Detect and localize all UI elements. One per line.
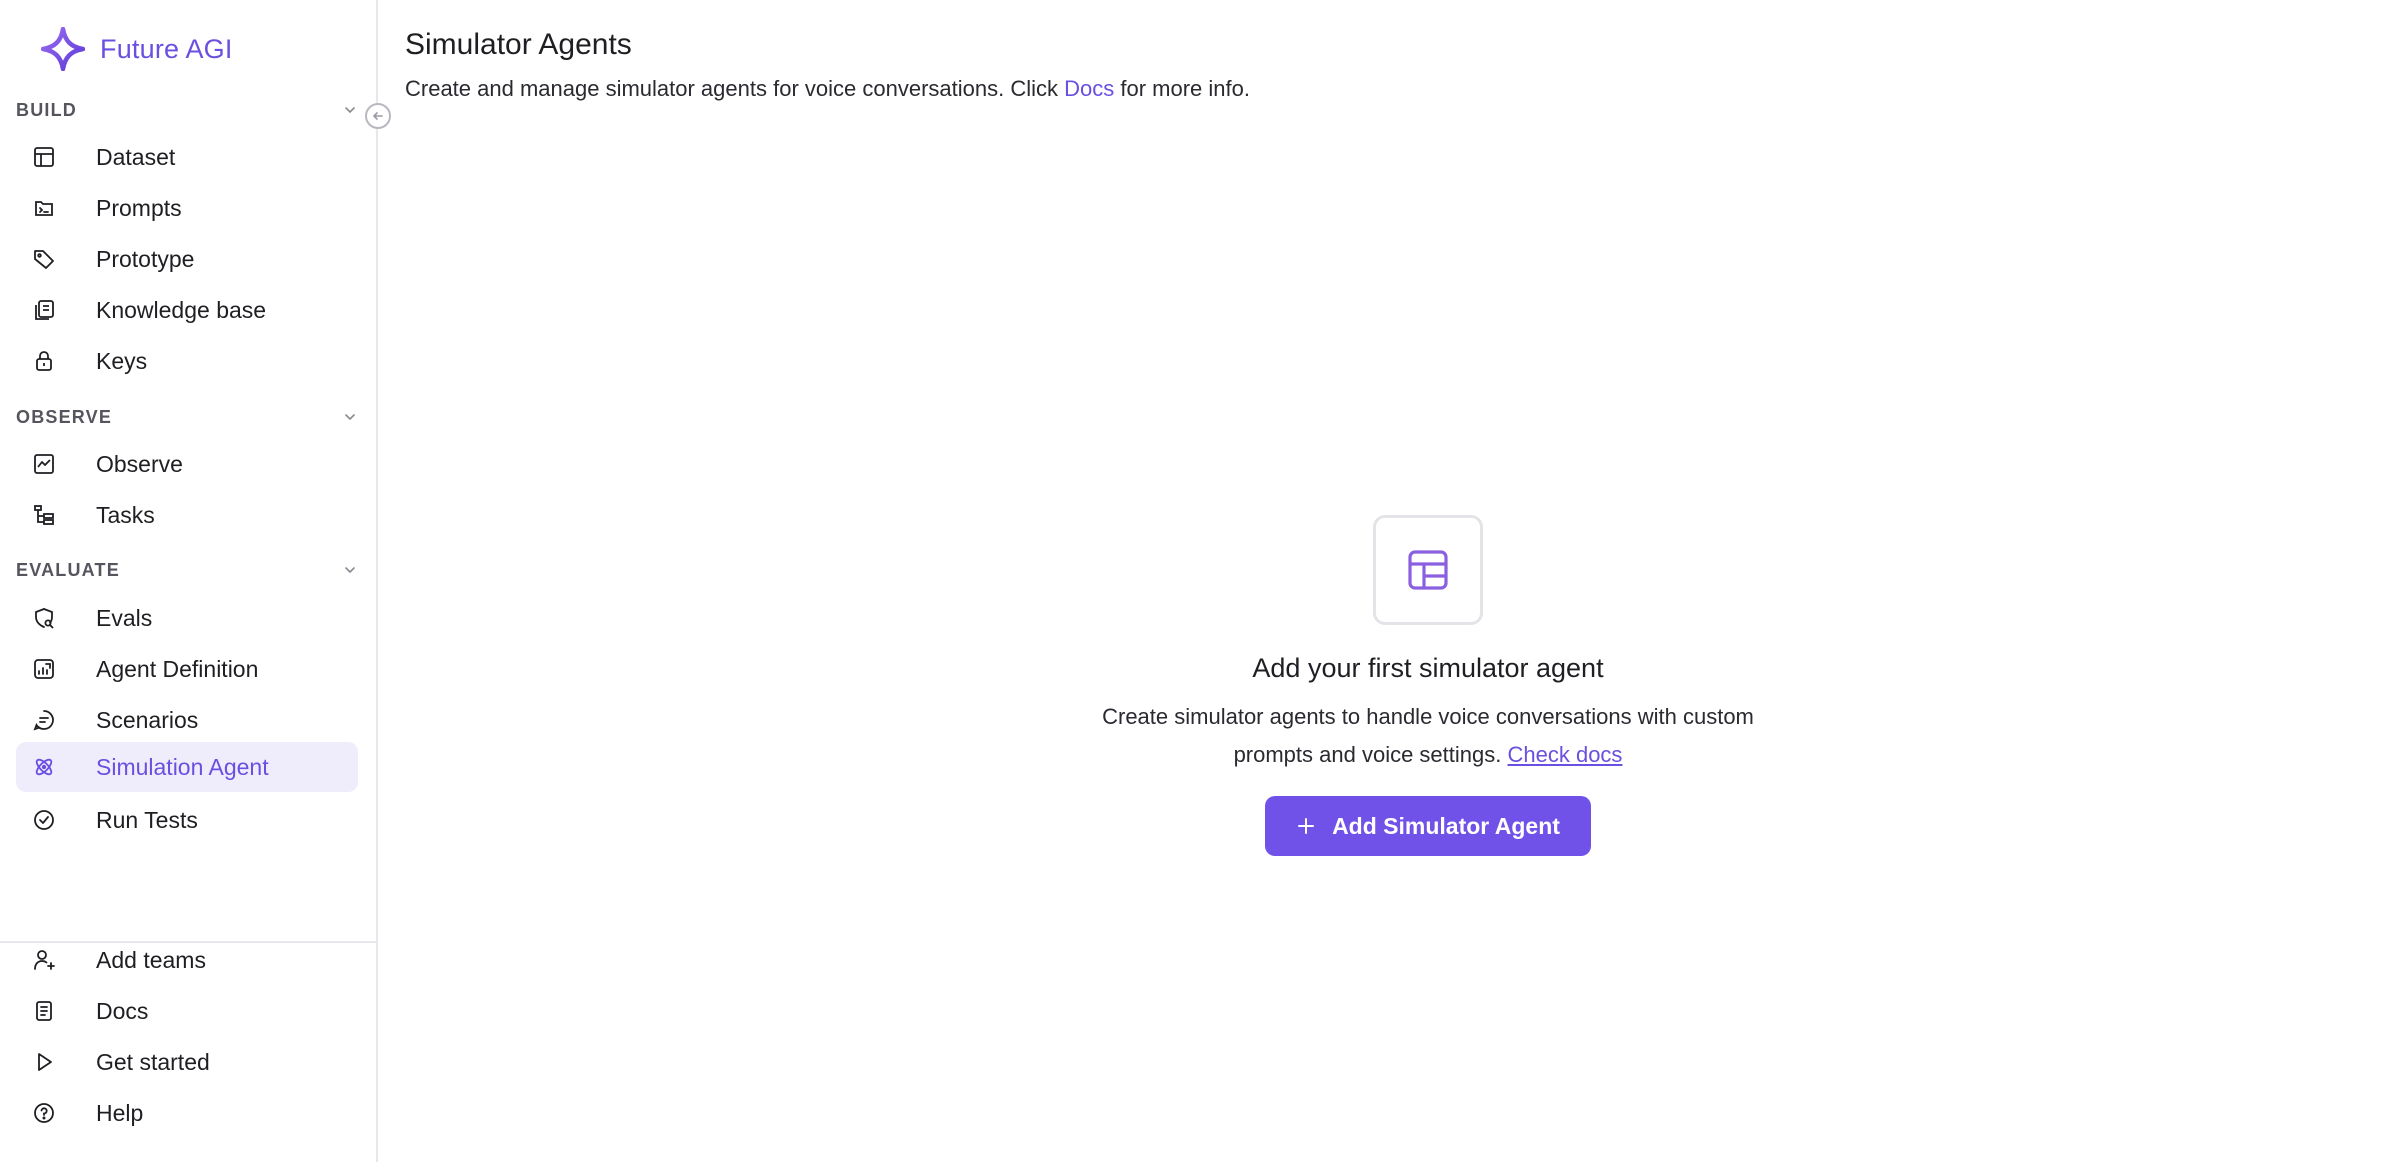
arrow-left-icon	[370, 108, 386, 124]
book-icon	[30, 296, 58, 324]
subtitle-text-end: for more info.	[1114, 76, 1250, 101]
brand[interactable]: Future AGI	[40, 26, 233, 72]
plus-icon	[1296, 816, 1316, 836]
sidebar-item-label: Scenarios	[96, 706, 199, 733]
sidebar-item-label: Get started	[96, 1048, 210, 1075]
tree-icon	[30, 501, 58, 529]
section-title: OBSERVE	[16, 406, 113, 427]
play-icon	[30, 1048, 58, 1076]
tag-icon	[30, 245, 58, 273]
add-simulator-agent-button[interactable]: Add Simulator Agent	[1265, 796, 1591, 856]
sidebar-item-label: Evals	[96, 604, 153, 631]
check-docs-link[interactable]: Check docs	[1507, 742, 1622, 767]
section-title: BUILD	[16, 99, 77, 120]
help-icon	[30, 1099, 58, 1127]
table-icon	[30, 143, 58, 171]
future-agi-logo-icon	[40, 26, 86, 72]
section-title: EVALUATE	[16, 559, 120, 580]
sidebar-item-prompts[interactable]: Prompts	[16, 183, 358, 233]
section-evaluate[interactable]: EVALUATE	[16, 555, 358, 585]
sidebar-item-prototype[interactable]: Prototype	[16, 234, 358, 284]
sidebar-item-tasks[interactable]: Tasks	[16, 490, 358, 540]
chevron-down-icon	[342, 562, 358, 578]
sidebar-item-add-teams[interactable]: Add teams	[16, 935, 358, 985]
sidebar-item-label: Dataset	[96, 143, 176, 170]
sidebar-item-label: Observe	[96, 450, 183, 477]
sidebar-item-label: Help	[96, 1099, 144, 1126]
sidebar-item-label: Keys	[96, 347, 148, 374]
sidebar-item-label: Prompts	[96, 194, 182, 221]
sidebar-item-knowledge-base[interactable]: Knowledge base	[16, 285, 358, 335]
chart-icon	[30, 450, 58, 478]
sidebar-item-evals[interactable]: Evals	[16, 593, 358, 643]
page-title: Simulator Agents	[405, 28, 632, 61]
section-observe[interactable]: OBSERVE	[16, 402, 358, 432]
sidebar-item-label: Docs	[96, 997, 149, 1024]
main-content: Simulator Agents Create and manage simul…	[380, 0, 2402, 1162]
empty-state-description: Create simulator agents to handle voice …	[1063, 698, 1793, 774]
subtitle-text: Create and manage simulator agents for v…	[405, 76, 1065, 101]
sidebar-item-docs[interactable]: Docs	[16, 986, 358, 1036]
docs-link[interactable]: Docs	[1064, 76, 1114, 101]
lock-icon	[30, 347, 58, 375]
chat-icon	[30, 706, 58, 734]
sidebar-item-label: Knowledge base	[96, 296, 267, 323]
prompt-icon	[30, 194, 58, 222]
sidebar-item-label: Add teams	[96, 946, 206, 973]
add-simulator-agent-label: Add Simulator Agent	[1332, 812, 1560, 839]
section-build[interactable]: BUILD	[16, 95, 358, 125]
agent-chart-icon	[30, 655, 58, 683]
empty-state: Add your first simulator agent Create si…	[1063, 515, 1793, 856]
collapse-sidebar-button[interactable]	[365, 103, 391, 129]
sidebar-item-label: Simulation Agent	[96, 753, 269, 780]
check-circle-icon	[30, 806, 58, 834]
document-icon	[30, 997, 58, 1025]
sidebar-item-simulation-agent[interactable]: Simulation Agent	[16, 742, 358, 792]
empty-desc-text: Create simulator agents to handle voice …	[1102, 704, 1754, 767]
sidebar-item-label: Agent Definition	[96, 655, 259, 682]
brand-name: Future AGI	[100, 33, 233, 64]
sidebar-item-scenarios[interactable]: Scenarios	[16, 695, 358, 745]
sidebar-item-agent-definition[interactable]: Agent Definition	[16, 644, 358, 694]
sidebar-item-run-tests[interactable]: Run Tests	[16, 795, 358, 845]
chevron-down-icon	[342, 409, 358, 425]
sidebar-item-observe[interactable]: Observe	[16, 439, 358, 489]
sidebar-item-help[interactable]: Help	[16, 1088, 358, 1138]
sidebar-item-label: Run Tests	[96, 806, 198, 833]
sidebar-item-label: Prototype	[96, 245, 195, 272]
shield-search-icon	[30, 604, 58, 632]
sidebar-item-get-started[interactable]: Get started	[16, 1037, 358, 1087]
sidebar-item-dataset[interactable]: Dataset	[16, 132, 358, 182]
user-plus-icon	[30, 946, 58, 974]
sidebar: Future AGI BUILD Dataset Prompts Prototy…	[0, 0, 378, 1162]
page-subtitle: Create and manage simulator agents for v…	[405, 76, 1250, 102]
table-layout-icon	[1404, 546, 1452, 594]
chevron-down-icon	[342, 102, 358, 118]
sidebar-item-keys[interactable]: Keys	[16, 336, 358, 386]
empty-state-title: Add your first simulator agent	[1252, 653, 1604, 683]
sidebar-item-label: Tasks	[96, 501, 155, 528]
empty-state-icon-box	[1373, 515, 1483, 625]
atom-icon	[30, 753, 58, 781]
